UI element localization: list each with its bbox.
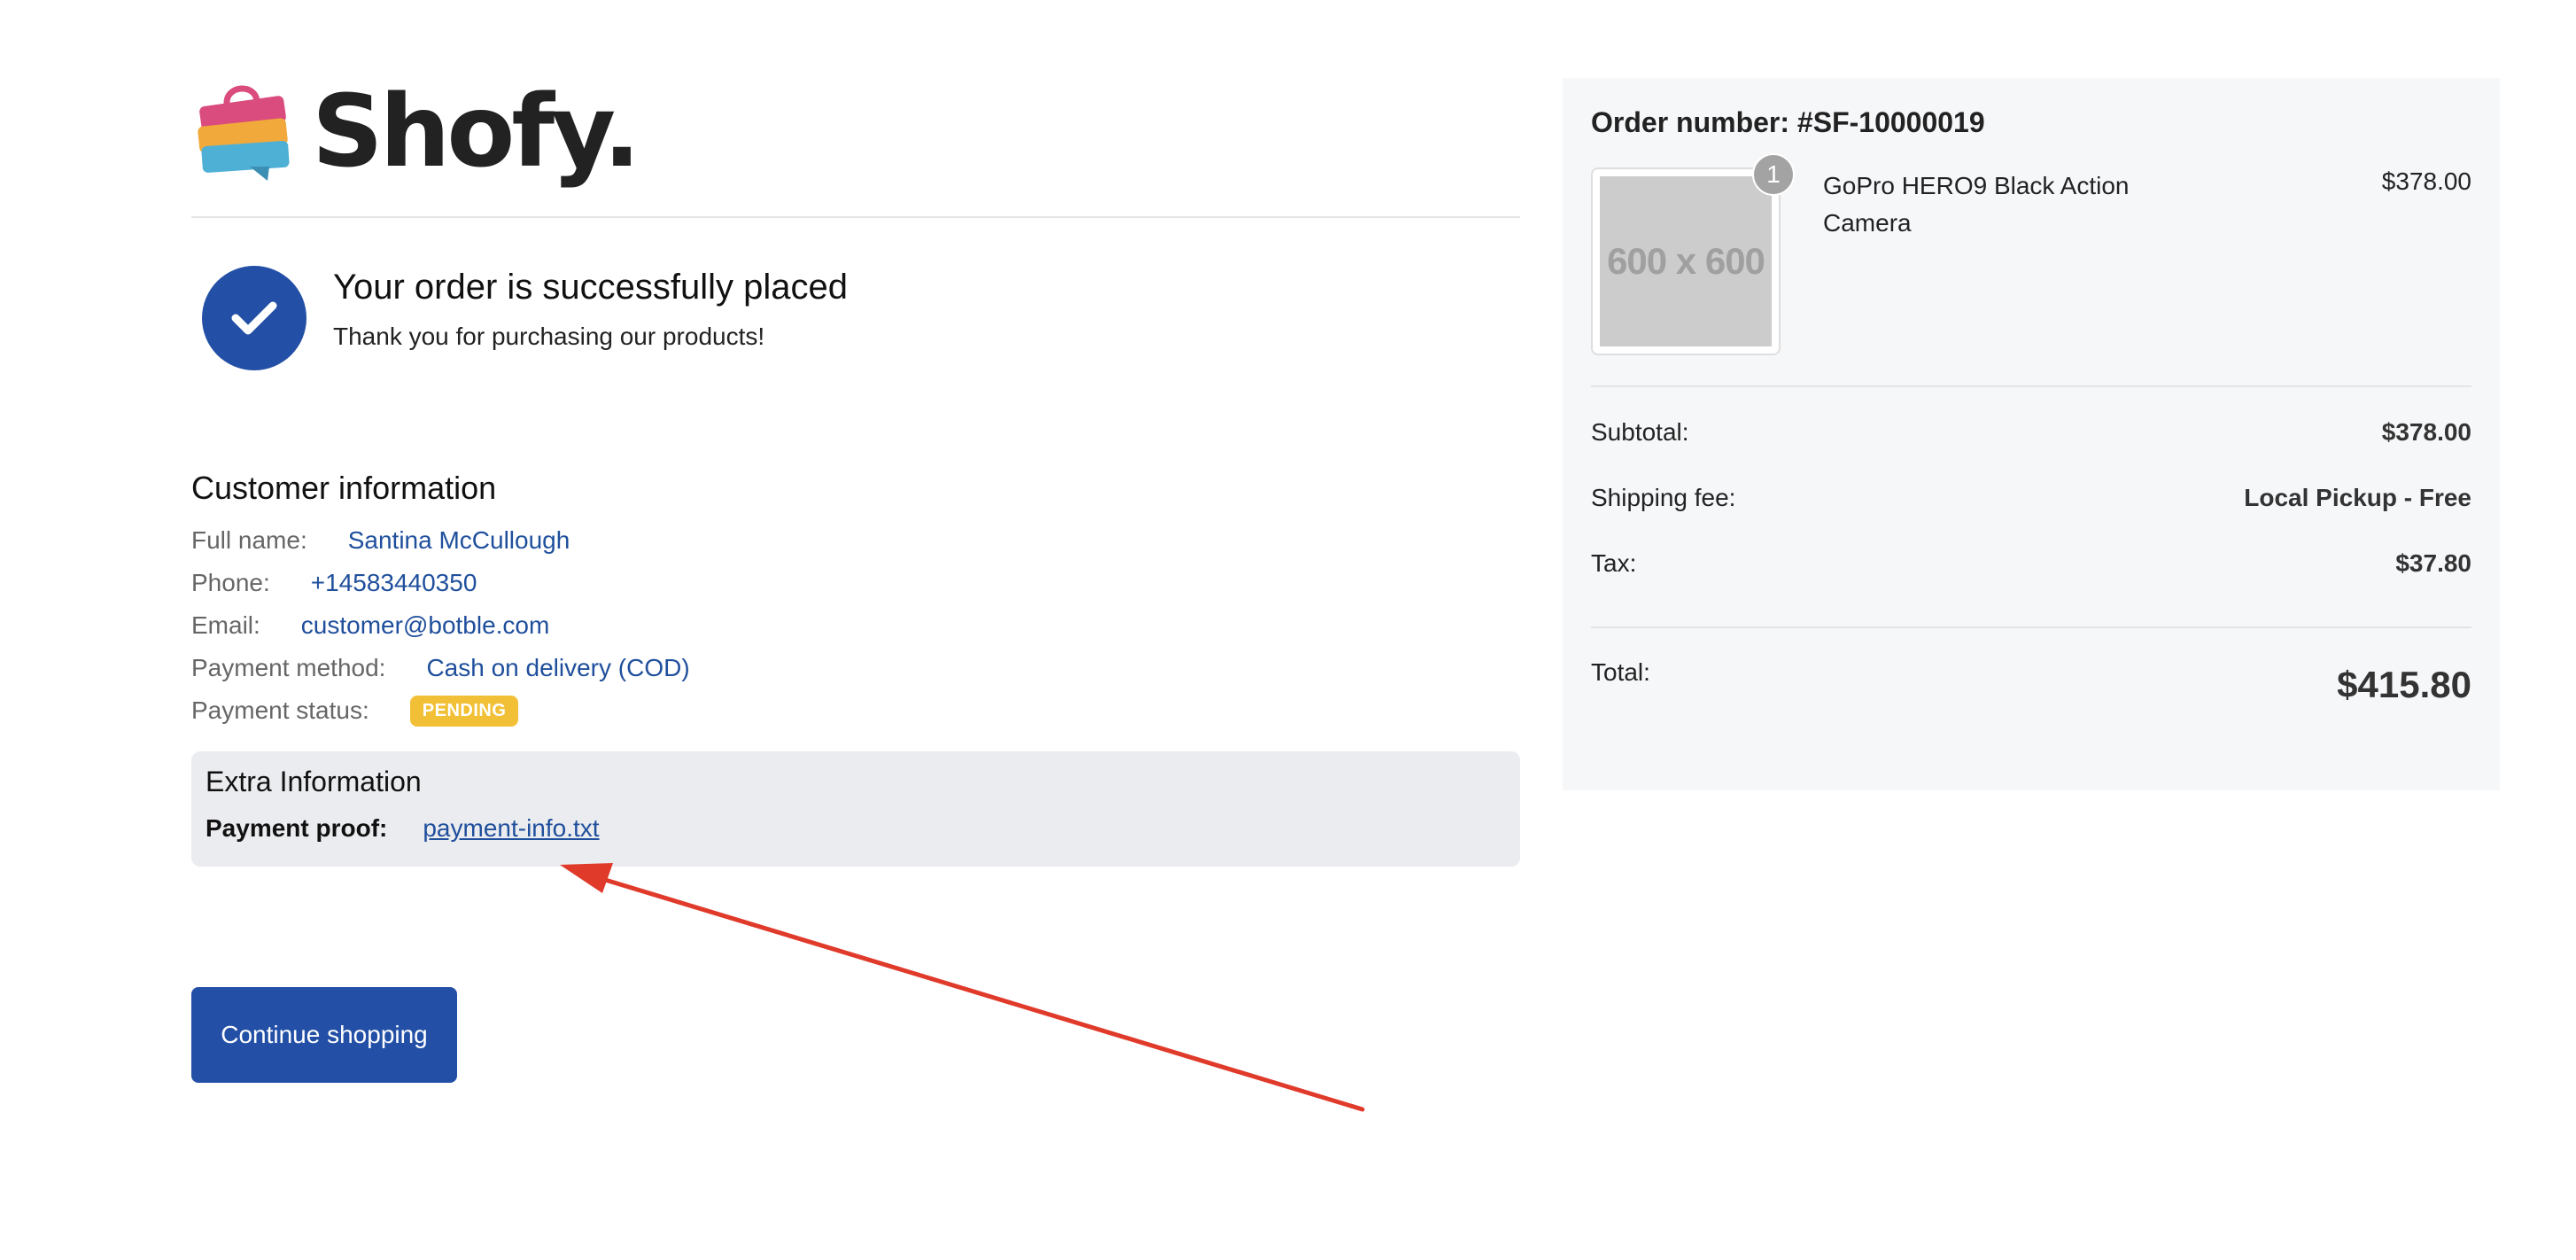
info-row-email: Email: customer@botble.com <box>191 604 1520 647</box>
payment-status-label: Payment status: <box>191 696 369 724</box>
order-summary-panel: Order number: #SF-10000019 600 x 600 1 G… <box>1563 78 2500 790</box>
product-thumbnail: 600 x 600 1 <box>1591 153 1795 355</box>
full-name-label: Full name: <box>191 526 307 554</box>
info-row-payment-method: Payment method: Cash on delivery (COD) <box>191 647 1520 689</box>
success-check-icon <box>202 266 306 370</box>
shipping-value: Local Pickup - Free <box>2244 484 2471 511</box>
tax-value: $37.80 <box>2395 549 2471 577</box>
total-label: Total: <box>1591 658 1650 686</box>
quantity-badge: 1 <box>1752 153 1795 196</box>
subtotal-row: Subtotal: $378.00 <box>1591 400 2471 465</box>
customer-info-title: Customer information <box>191 470 497 506</box>
continue-shopping-button[interactable]: Continue shopping <box>191 987 457 1083</box>
shipping-row: Shipping fee: Local Pickup - Free <box>1591 465 2471 531</box>
email-label: Email: <box>191 611 260 639</box>
header-divider <box>191 216 1520 218</box>
phone-label: Phone: <box>191 569 270 596</box>
product-price: $378.00 <box>2381 167 2471 195</box>
payment-method-label: Payment method: <box>191 654 386 681</box>
subtotal-label: Subtotal: <box>1591 418 1689 446</box>
total-value: $415.80 <box>2337 664 2471 705</box>
tax-label: Tax: <box>1591 549 1637 577</box>
order-number: Order number: #SF-10000019 <box>1591 106 1985 138</box>
payment-proof-row: Payment proof: payment-info.txt <box>206 814 1506 843</box>
shipping-label: Shipping fee: <box>1591 484 1736 511</box>
info-row-phone: Phone: +14583440350 <box>191 562 1520 604</box>
order-item: 600 x 600 1 GoPro HERO9 Black Action Cam… <box>1591 153 2471 355</box>
success-subtitle: Thank you for purchasing our products! <box>333 323 765 350</box>
tax-row: Tax: $37.80 <box>1591 531 2471 596</box>
success-title: Your order is successfully placed <box>333 268 849 307</box>
email-value: customer@botble.com <box>300 611 550 639</box>
summary-lines: Subtotal: $378.00 Shipping fee: Local Pi… <box>1591 400 2471 596</box>
payment-status-badge: PENDING <box>409 695 519 727</box>
total-divider <box>1591 626 2471 628</box>
success-message: Your order is successfully placed Thank … <box>191 266 1520 370</box>
shopping-bag-logo-icon <box>198 85 290 181</box>
summary-divider <box>1591 385 2471 387</box>
subtotal-value: $378.00 <box>2381 418 2471 446</box>
order-confirmation-main: Shofy. Your order is successfully placed… <box>191 74 1520 867</box>
total-row: Total: $415.80 <box>1591 658 2471 706</box>
extra-information-panel: Extra Information Payment proof: payment… <box>191 751 1520 867</box>
brand-name: Shofy. <box>312 74 640 190</box>
checkmark-icon <box>231 301 277 335</box>
brand-logo[interactable]: Shofy. <box>191 74 1520 190</box>
phone-value: +14583440350 <box>310 569 477 596</box>
payment-proof-link[interactable]: payment-info.txt <box>423 814 599 843</box>
info-row-full-name: Full name: Santina McCullough <box>191 519 1520 562</box>
payment-proof-label: Payment proof: <box>206 814 388 842</box>
product-image-placeholder: 600 x 600 <box>1600 176 1772 346</box>
product-name: GoPro HERO9 Black Action Camera <box>1823 172 2130 237</box>
payment-method-value: Cash on delivery (COD) <box>426 654 690 681</box>
customer-info-list: Full name: Santina McCullough Phone: +14… <box>191 519 1520 732</box>
extra-info-title: Extra Information <box>206 766 422 797</box>
info-row-payment-status: Payment status: PENDING <box>191 689 1520 732</box>
full-name-value: Santina McCullough <box>347 526 570 554</box>
